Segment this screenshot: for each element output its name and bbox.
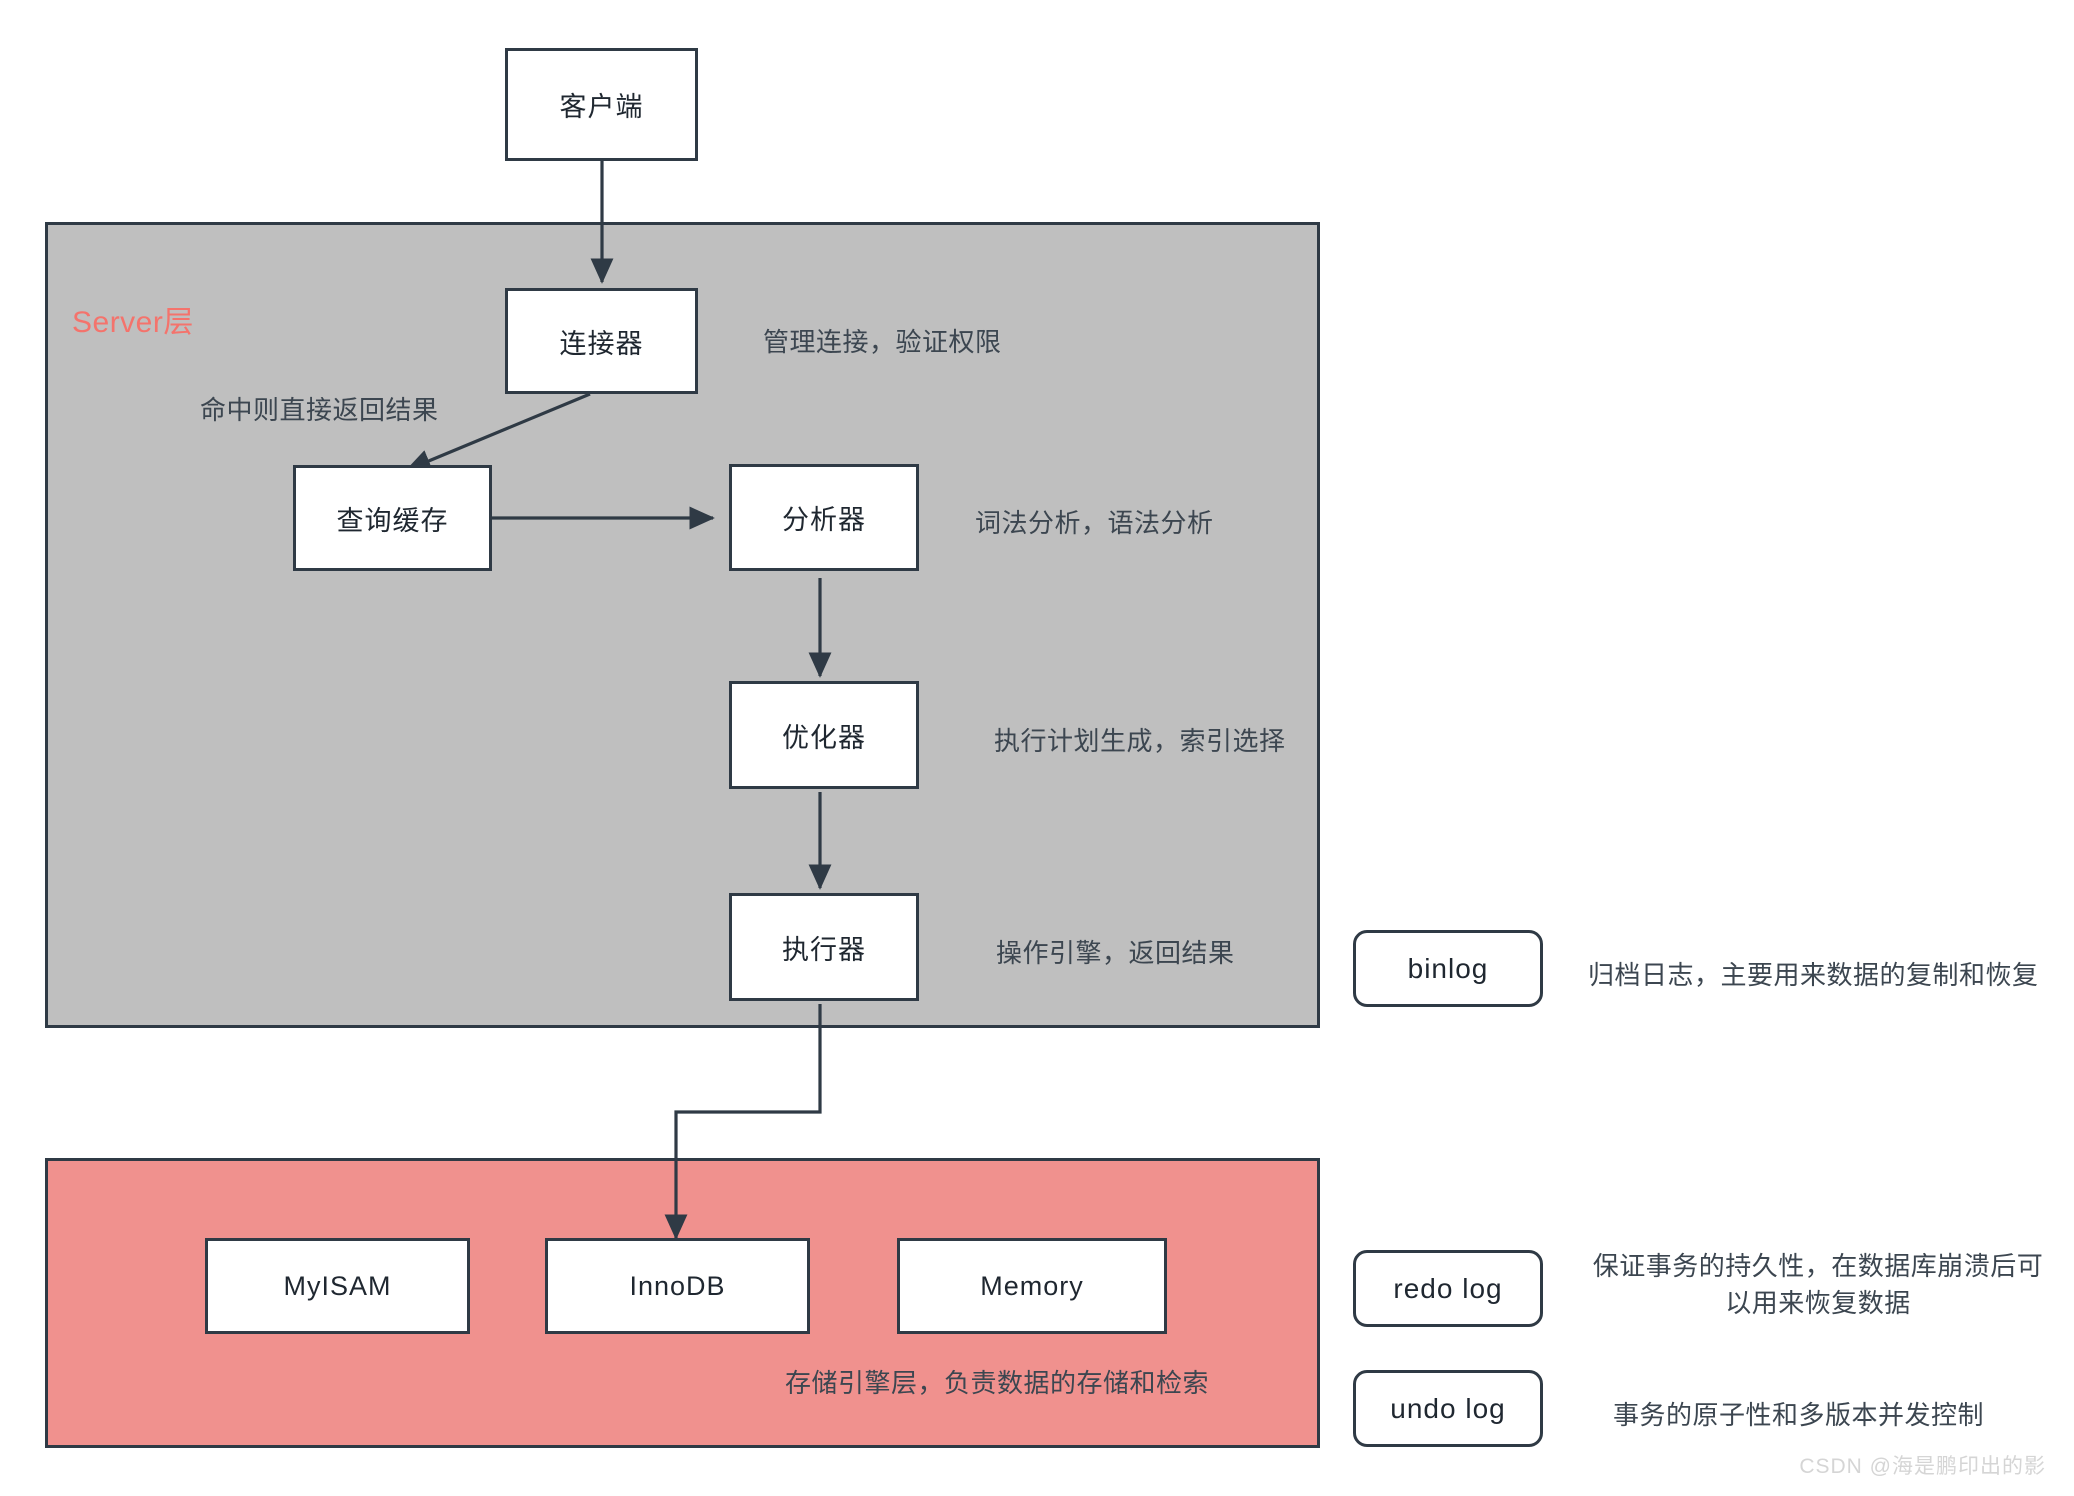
node-analyzer-label: 分析器	[782, 505, 866, 535]
annotation-analyzer: 词法分析，语法分析	[975, 508, 1214, 538]
node-binlog[interactable]: binlog	[1353, 930, 1543, 1007]
annotation-undo-log: 事务的原子性和多版本并发控制	[1613, 1400, 1985, 1430]
node-undo-log[interactable]: undo log	[1353, 1370, 1543, 1447]
node-undo-log-label: undo log	[1390, 1392, 1506, 1424]
annotation-binlog: 归档日志，主要用来数据的复制和恢复	[1588, 960, 2039, 990]
node-redo-log[interactable]: redo log	[1353, 1250, 1543, 1327]
node-executor-label: 执行器	[782, 934, 866, 965]
node-connector-label: 连接器	[559, 328, 644, 359]
node-optimizer[interactable]: 优化器	[729, 681, 919, 789]
node-query-cache[interactable]: 查询缓存	[293, 465, 492, 571]
node-connector[interactable]: 连接器	[505, 288, 698, 394]
node-memory-label: Memory	[980, 1270, 1084, 1301]
annotation-engine-caption: 存储引擎层，负责数据的存储和检索	[785, 1368, 1210, 1398]
annotation-cache-hit: 命中则直接返回结果	[200, 395, 439, 425]
csdn-watermark: CSDN @海是鹏印出的影	[1799, 1455, 2046, 1478]
node-innodb[interactable]: InnoDB	[545, 1238, 810, 1334]
node-memory[interactable]: Memory	[897, 1238, 1167, 1334]
annotation-optimizer: 执行计划生成，索引选择	[994, 726, 1286, 756]
node-executor[interactable]: 执行器	[729, 893, 919, 1001]
annotation-redo-log: 保证事务的持久性，在数据库崩溃后可以用来恢复数据	[1592, 1251, 2044, 1318]
node-query-cache-label: 查询缓存	[336, 505, 449, 536]
node-client-label: 客户端	[559, 92, 644, 122]
server-layer-title: Server层	[72, 306, 194, 339]
node-myisam-label: MyISAM	[283, 1270, 392, 1301]
node-myisam[interactable]: MyISAM	[205, 1238, 470, 1334]
node-optimizer-label: 优化器	[782, 722, 866, 753]
annotation-executor: 操作引擎，返回结果	[996, 938, 1235, 968]
diagram-canvas: Server层 客户端 连接器 管理连接，验证权限 命中则直接返回结果 查询缓存…	[0, 0, 2074, 1496]
node-redo-log-label: redo log	[1393, 1272, 1503, 1304]
node-analyzer[interactable]: 分析器	[729, 464, 919, 571]
annotation-connector: 管理连接，验证权限	[763, 327, 1002, 357]
node-innodb-label: InnoDB	[629, 1270, 726, 1301]
node-client[interactable]: 客户端	[505, 48, 698, 161]
node-binlog-label: binlog	[1407, 952, 1489, 984]
